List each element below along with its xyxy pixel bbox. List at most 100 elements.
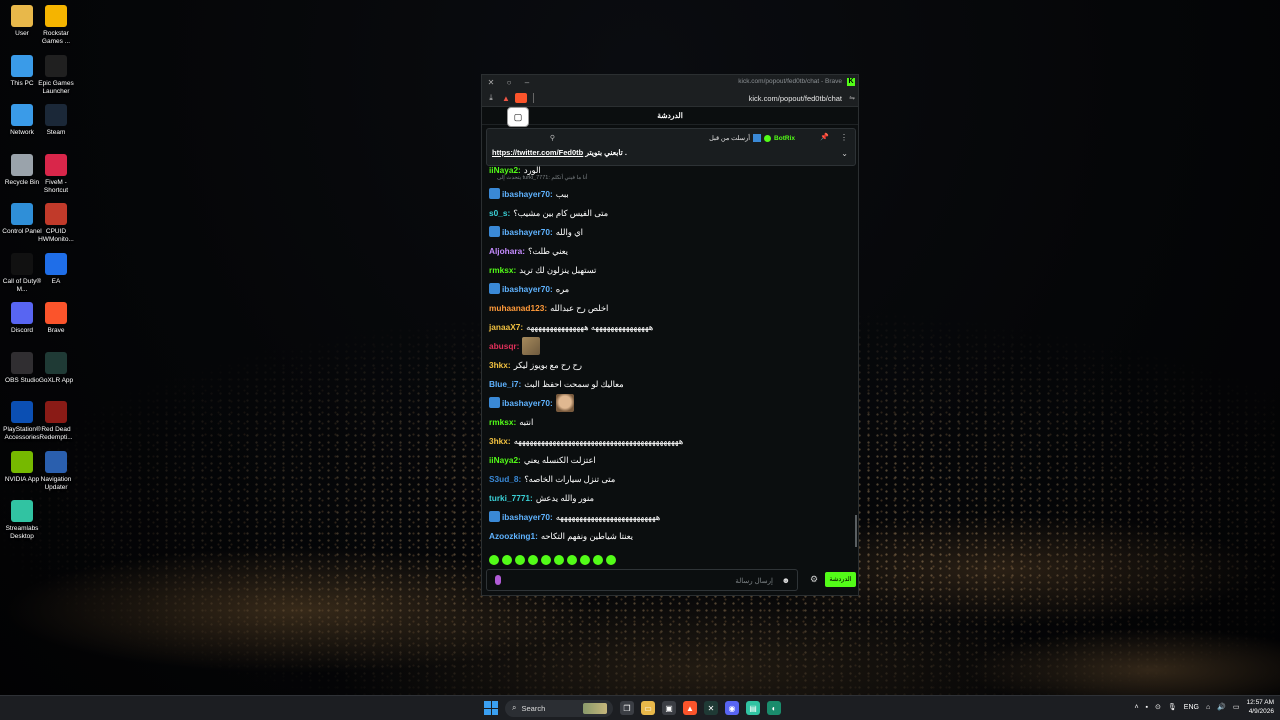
url-text[interactable]: kick.com/popout/fed0tb/chat	[749, 94, 842, 103]
chat-message: rmksx: انتبه	[489, 412, 855, 431]
download-icon[interactable]: ⤓	[482, 93, 500, 103]
network-icon[interactable]: ⌂	[1206, 704, 1210, 711]
chevron-up-icon[interactable]: ˄	[1134, 704, 1138, 711]
tray-app-icon[interactable]: ▪	[1146, 704, 1148, 711]
chat-message: 3hkx: ههههههههههههههههههههههههههههههههههه…	[489, 431, 855, 450]
chat-username[interactable]: ibashayer70:	[502, 189, 553, 199]
brave-shields-icon[interactable]	[515, 93, 527, 103]
chat-username[interactable]: iiNaya2:	[489, 165, 521, 175]
emoji-icon[interactable]: ☻	[782, 576, 790, 585]
chat-username[interactable]: 3hkx:	[489, 436, 511, 446]
chat-message: rmksx: تستهبل ينزلون لك تريد	[489, 260, 855, 279]
chat-username[interactable]: muhaanad123:	[489, 303, 547, 313]
emote-icon[interactable]	[554, 555, 564, 565]
emote-icon[interactable]	[541, 555, 551, 565]
desktop-icon[interactable]: Streamlabs Desktop	[0, 500, 44, 541]
search-box[interactable]: ⌕ Search	[505, 699, 613, 717]
minimize-window-button[interactable]: –	[518, 78, 536, 87]
chat-text: متى تنزل سيارات الخاصه؟	[524, 473, 616, 484]
pinned-mark-icon: ⚲	[549, 135, 555, 142]
chat-username[interactable]: turki_7771:	[489, 493, 533, 503]
task-view-icon[interactable]: ❐	[620, 701, 634, 715]
chat-message: ibashayer70: ههههههههههههههههههههههههههه	[489, 507, 855, 526]
chat-username[interactable]: Blue_i7:	[489, 379, 521, 389]
more-options-icon[interactable]: ⋮	[840, 133, 848, 142]
rockstar-icon	[45, 5, 67, 27]
scrollbar[interactable]	[855, 515, 857, 547]
clock[interactable]: 12:57 AM 4/9/2026	[1247, 698, 1274, 716]
brave-rewards-icon[interactable]: ▲	[500, 94, 512, 103]
pinned-text: https://twitter.com/Fed0tb تابعني بتويتر…	[492, 148, 627, 157]
pinned-link[interactable]: https://twitter.com/Fed0tb	[492, 148, 583, 157]
chat-username[interactable]: 3hkx:	[489, 360, 511, 370]
chat-username[interactable]: abusqr:	[489, 341, 519, 351]
tray-wheel-icon[interactable]: ⊙	[1155, 703, 1161, 711]
chat-username[interactable]: rmksx:	[489, 417, 516, 427]
goxlr-taskbar-icon[interactable]: ✕	[704, 701, 718, 715]
chat-username[interactable]: Azoozking1:	[489, 531, 538, 541]
site-settings-icon[interactable]: ⇋	[849, 94, 855, 102]
chat-username[interactable]: ibashayer70:	[502, 227, 553, 237]
streamlabs-taskbar-icon[interactable]: ▤	[746, 701, 760, 715]
chevron-down-icon[interactable]: ⌄	[841, 149, 848, 158]
restore-window-button[interactable]: ○	[500, 78, 518, 87]
chat-message: 3hkx: رح رح مع بويوز ليكر	[489, 355, 855, 374]
desktop-icon-label: Brave	[47, 327, 65, 334]
battery-icon[interactable]: ▭	[1233, 703, 1240, 711]
emote-icon[interactable]	[489, 555, 499, 565]
chat-text: يعني طلت؟	[527, 245, 568, 256]
edge-icon[interactable]: ◐	[767, 701, 781, 715]
discord-taskbar-icon[interactable]: ◉	[725, 701, 739, 715]
desktop-icon[interactable]: Red Dead Redempti...	[34, 401, 78, 442]
chat-text: هههههههههههههههههههههههههههههههههههههههه…	[513, 435, 684, 446]
start-icon[interactable]	[484, 701, 498, 715]
desktop-icon[interactable]: Steam	[34, 104, 78, 137]
desktop-icon[interactable]: FiveM - Shortcut	[34, 153, 78, 195]
taskbar: ⌕ Search ❐ ▭ ▣ ▲ ✕ ◉ ▤ ◐ ˄ ▪ ⊙ 🎙 ENG ⌂ 🔊…	[0, 695, 1280, 720]
desktop-icon[interactable]: Brave	[34, 302, 78, 335]
chat-username[interactable]: S3ud_8:	[489, 474, 521, 484]
desktop-icon-label: Epic Games Launcher	[38, 79, 74, 95]
user-badge-icon	[489, 283, 500, 294]
chat-username[interactable]: iiNaya2:	[489, 455, 521, 465]
microphone-icon[interactable]	[495, 575, 501, 585]
desktop-icon[interactable]: Epic Games Launcher	[34, 54, 78, 96]
desktop-icon[interactable]: Rockstar Games ...	[34, 5, 78, 46]
chat-username[interactable]: ibashayer70:	[502, 284, 553, 294]
desktop-icon[interactable]: CPUID HWMonito...	[34, 203, 78, 244]
chat-message: ibashayer70: مره	[489, 279, 855, 298]
language-indicator[interactable]: ENG	[1184, 704, 1199, 711]
file-explorer-icon[interactable]: ▭	[641, 701, 655, 715]
system-tray: ˄ ▪ ⊙ 🎙 ENG ⌂ 🔊 ▭ 12:57 AM 4/9/2026	[1134, 698, 1274, 716]
cod-icon	[11, 252, 33, 275]
emote-icon[interactable]	[567, 555, 577, 565]
chat-username[interactable]: Aljohara:	[489, 246, 525, 256]
chat-username[interactable]: janaaX7:	[489, 322, 523, 332]
desktop-icon[interactable]: EA	[34, 252, 78, 286]
volume-icon[interactable]: 🔊	[1217, 703, 1226, 711]
chat-username[interactable]: s0_s:	[489, 208, 510, 218]
emote-icon[interactable]	[580, 555, 590, 565]
desktop-icon[interactable]: GoXLR App	[34, 351, 78, 385]
desktop-icon[interactable]: Navigation Updater	[34, 450, 78, 492]
toolbar-divider	[533, 93, 534, 103]
store-icon[interactable]: ▣	[662, 701, 676, 715]
close-window-button[interactable]: ✕	[482, 78, 500, 87]
chat-input[interactable]: إرسال رسالة ☻	[486, 569, 798, 591]
chat-send-button[interactable]: الدردشة	[825, 572, 856, 587]
pin-icon[interactable]: 📌	[820, 133, 829, 141]
emote-icon[interactable]	[593, 555, 603, 565]
emote-icon[interactable]	[515, 555, 525, 565]
chat-username[interactable]: rmksx:	[489, 265, 516, 275]
brave-taskbar-icon[interactable]: ▲	[683, 701, 697, 715]
microphone-tray-icon[interactable]: 🎙	[1168, 703, 1177, 711]
share-button[interactable]: ▢	[507, 107, 529, 127]
emote-icon[interactable]	[606, 555, 616, 565]
emote-icon[interactable]	[528, 555, 538, 565]
emote-icon[interactable]	[502, 555, 512, 565]
chat-username[interactable]: ibashayer70:	[502, 398, 553, 408]
chat-text: ببب	[555, 188, 569, 199]
chat-username[interactable]: ibashayer70:	[502, 512, 553, 522]
gear-icon[interactable]: ⚙	[810, 574, 818, 585]
rdr-icon	[45, 401, 67, 423]
